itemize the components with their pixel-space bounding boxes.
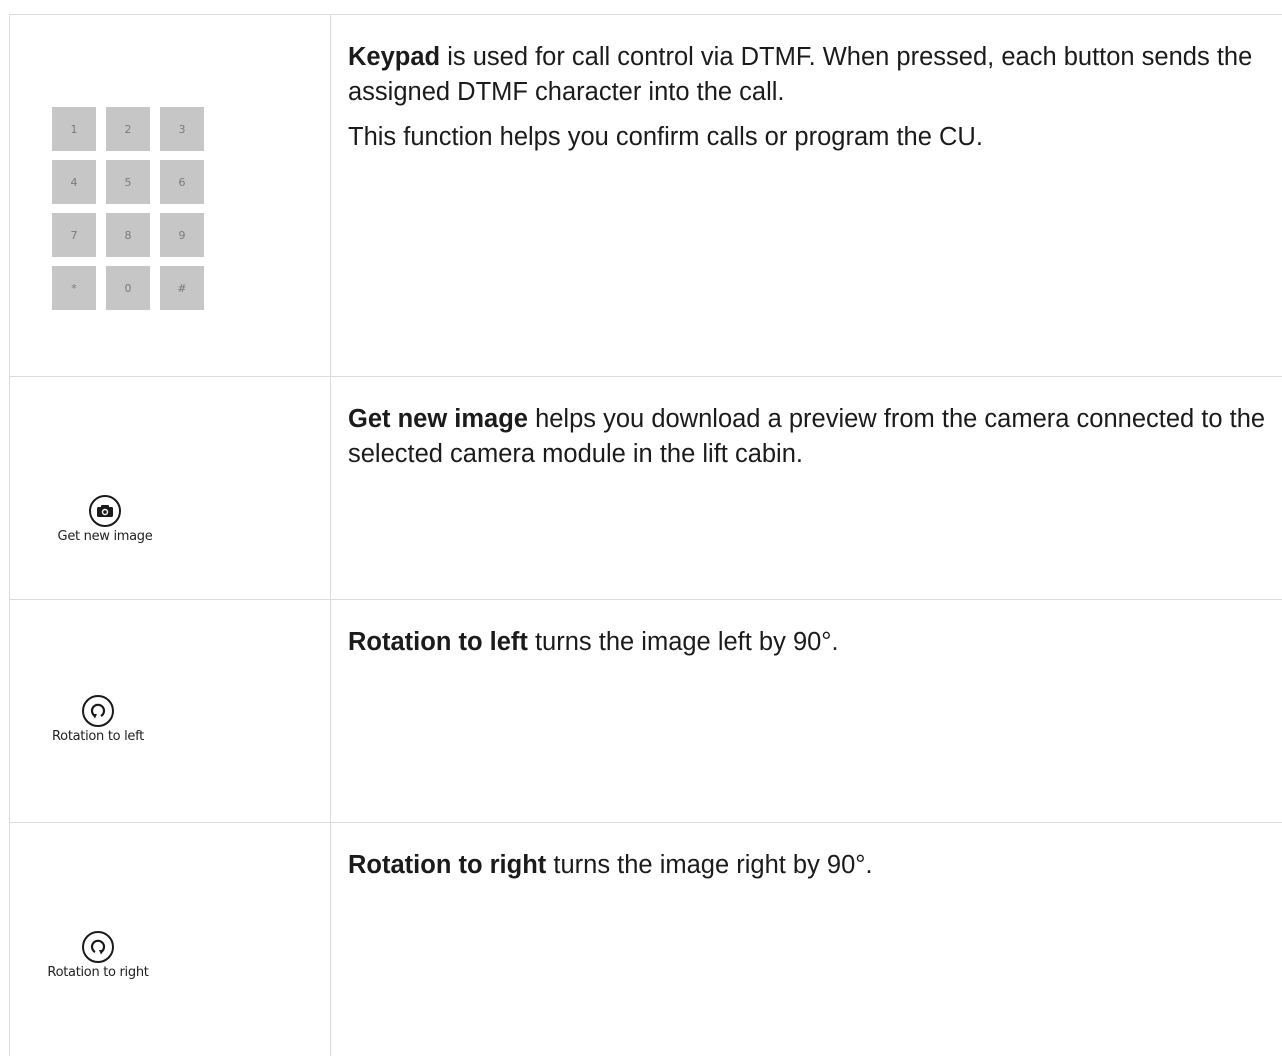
rotation-left-label: Rotation to left (52, 729, 144, 744)
key-6[interactable]: 6 (160, 160, 204, 204)
keypad-text: is used for call control via DTMF. When … (348, 43, 1253, 106)
camera-icon (89, 495, 121, 527)
table-row-rotation-right: Rotation to right Rotation to right turn… (9, 823, 1282, 1056)
keypad-paragraph-2: This function helps you confirm calls or… (348, 123, 983, 151)
rotation-right-cell: Rotation to right (9, 823, 331, 1056)
get-new-image-label: Get new image (57, 529, 153, 544)
rotation-right-description: Rotation to right turns the image right … (331, 823, 1282, 1056)
rotation-right-text: turns the image right by 90°. (546, 851, 873, 879)
get-new-image-description: Get new image helps you download a previ… (331, 377, 1282, 599)
get-new-image-term: Get new image (348, 405, 528, 433)
rotation-right-label: Rotation to right (47, 965, 149, 980)
rotation-left-text: turns the image left by 90°. (527, 628, 839, 656)
key-2[interactable]: 2 (106, 107, 150, 151)
key-1[interactable]: 1 (52, 107, 96, 151)
rotation-left-description: Rotation to left turns the image left by… (331, 600, 1282, 822)
table-row-keypad: 1 2 3 4 5 6 7 8 9 * 0 # Keypad is used f… (9, 15, 1282, 377)
keypad-cell: 1 2 3 4 5 6 7 8 9 * 0 # (9, 15, 331, 376)
keypad-description: Keypad is used for call control via DTMF… (331, 15, 1282, 376)
key-3[interactable]: 3 (160, 107, 204, 151)
rotation-right-button[interactable]: Rotation to right (38, 931, 158, 980)
key-star[interactable]: * (52, 266, 96, 310)
get-new-image-button[interactable]: Get new image (45, 495, 165, 544)
key-hash[interactable]: # (160, 266, 204, 310)
rotation-left-cell: Rotation to left (9, 600, 331, 822)
key-9[interactable]: 9 (160, 213, 204, 257)
key-0[interactable]: 0 (106, 266, 150, 310)
keypad: 1 2 3 4 5 6 7 8 9 * 0 # (52, 107, 204, 310)
rotation-left-button[interactable]: Rotation to left (38, 695, 158, 744)
keypad-paragraph: Keypad is used for call control via DTMF… (348, 40, 1282, 110)
rotate-left-icon (82, 695, 114, 727)
get-new-image-cell: Get new image (9, 377, 331, 599)
rotation-left-term: Rotation to left (348, 628, 528, 656)
get-new-image-paragraph: Get new image helps you download a previ… (348, 402, 1282, 472)
rotation-right-term: Rotation to right (348, 851, 547, 879)
key-5[interactable]: 5 (106, 160, 150, 204)
rotation-right-paragraph: Rotation to right turns the image right … (348, 848, 1282, 883)
rotate-right-icon (82, 931, 114, 963)
table-row-rotation-left: Rotation to left Rotation to left turns … (9, 600, 1282, 823)
table-row-get-new-image: Get new image Get new image helps you do… (9, 377, 1282, 600)
keypad-term: Keypad (348, 43, 441, 71)
key-4[interactable]: 4 (52, 160, 96, 204)
key-8[interactable]: 8 (106, 213, 150, 257)
key-7[interactable]: 7 (52, 213, 96, 257)
function-table: 1 2 3 4 5 6 7 8 9 * 0 # Keypad is used f… (9, 14, 1282, 1056)
rotation-left-paragraph: Rotation to left turns the image left by… (348, 625, 1282, 660)
